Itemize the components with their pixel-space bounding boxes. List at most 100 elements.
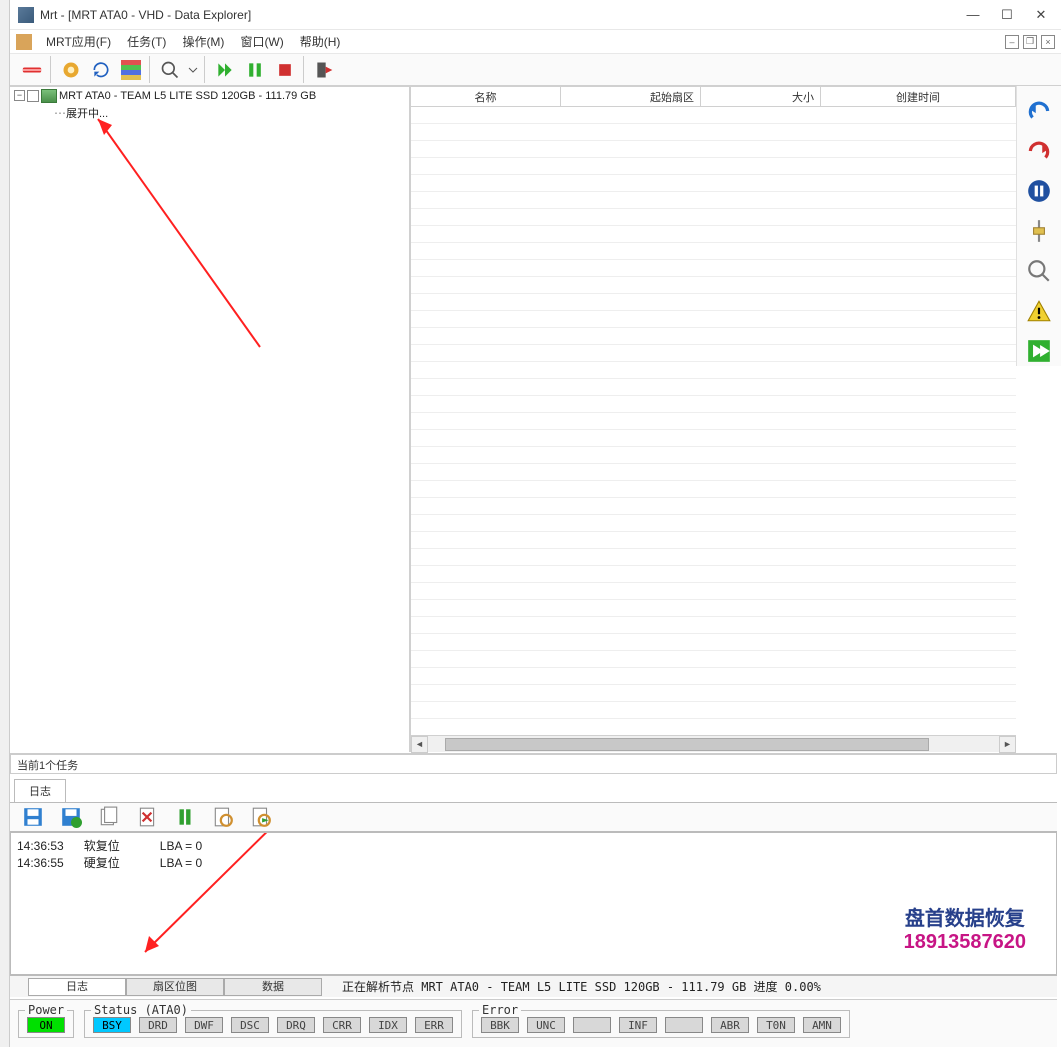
scroll-left-icon[interactable]: ◄ bbox=[411, 736, 428, 753]
menu-mrt-app[interactable]: MRT应用(F) bbox=[40, 31, 117, 52]
copy-icon[interactable] bbox=[98, 806, 120, 828]
watermark-phone: 18913587620 bbox=[904, 931, 1026, 954]
palette-icon[interactable] bbox=[119, 58, 143, 82]
maximize-button[interactable]: ☐ bbox=[999, 7, 1015, 23]
tree-checkbox[interactable] bbox=[27, 90, 39, 102]
dropdown-arrow-icon[interactable] bbox=[188, 58, 198, 82]
bottom-panel: 当前1个任务 日志 14:36:53 软复位 LBA = 0 14:36:55 … bbox=[10, 753, 1057, 997]
flag-unc: UNC bbox=[527, 1017, 565, 1033]
warning-icon[interactable] bbox=[1026, 298, 1052, 324]
status-label: Status (ATA0) bbox=[91, 1003, 191, 1017]
pause-circle-icon[interactable] bbox=[1026, 178, 1052, 204]
log-tab[interactable]: 日志 bbox=[14, 779, 66, 802]
play-icon[interactable] bbox=[213, 58, 237, 82]
delete-log-icon[interactable] bbox=[136, 806, 158, 828]
tab-sector-bitmap[interactable]: 扇区位图 bbox=[126, 978, 224, 996]
tree-expanding-label: 展开中... bbox=[66, 105, 108, 121]
col-name[interactable]: 名称 bbox=[411, 87, 561, 106]
log-text-area[interactable]: 14:36:53 软复位 LBA = 0 14:36:55 硬复位 LBA = … bbox=[10, 832, 1057, 975]
undo-icon[interactable] bbox=[1026, 98, 1052, 124]
grid-body[interactable] bbox=[411, 107, 1016, 735]
power-label: Power bbox=[25, 1003, 67, 1017]
watermark: 盘首数据恢复 18913587620 bbox=[904, 902, 1026, 954]
slider-icon[interactable] bbox=[1026, 218, 1052, 244]
flag-dwf: DWF bbox=[185, 1017, 223, 1033]
find-next-icon[interactable] bbox=[250, 806, 272, 828]
device-tree-panel: − MRT ATA0 - TEAM L5 LITE SSD 120GB - 11… bbox=[10, 87, 410, 752]
flag-drq: DRQ bbox=[277, 1017, 315, 1033]
grid-empty-row bbox=[411, 107, 1016, 124]
error-label: Error bbox=[479, 1003, 521, 1017]
horizontal-scrollbar[interactable]: ◄ ► bbox=[411, 735, 1016, 752]
stop-icon[interactable] bbox=[273, 58, 297, 82]
flag-bsy: BSY bbox=[93, 1017, 131, 1033]
flag-dsc: DSC bbox=[231, 1017, 269, 1033]
right-toolbar bbox=[1016, 86, 1061, 366]
power-group: Power ON bbox=[18, 1010, 74, 1038]
scroll-thumb[interactable] bbox=[445, 738, 929, 751]
watermark-text: 盘首数据恢复 bbox=[904, 902, 1026, 931]
tab-data[interactable]: 数据 bbox=[224, 978, 322, 996]
flag-blank1 bbox=[573, 1017, 611, 1033]
left-edge-strip bbox=[0, 0, 10, 1047]
tree-child-row: ⋯ 展开中... bbox=[10, 104, 409, 121]
main-area: − MRT ATA0 - TEAM L5 LITE SSD 120GB - 11… bbox=[10, 86, 1016, 752]
file-grid-panel: 名称 起始扇区 大小 创建时间 ◄ ► bbox=[410, 87, 1016, 752]
disk-icon[interactable] bbox=[20, 58, 44, 82]
menu-bar: MRT应用(F) 任务(T) 操作(M) 窗口(W) 帮助(H) – ❐ × bbox=[10, 30, 1061, 54]
menu-window[interactable]: 窗口(W) bbox=[234, 31, 289, 52]
menubar-icon bbox=[16, 34, 32, 50]
scroll-right-icon[interactable]: ► bbox=[999, 736, 1016, 753]
tree-connector: ⋯ bbox=[40, 106, 66, 120]
flag-idx: IDX bbox=[369, 1017, 407, 1033]
flag-crr: CRR bbox=[323, 1017, 361, 1033]
tab-log[interactable]: 日志 bbox=[28, 978, 126, 996]
window-title: Mrt - [MRT ATA0 - VHD - Data Explorer] bbox=[40, 8, 965, 22]
mdi-minimize-button[interactable]: – bbox=[1005, 35, 1019, 49]
title-bar: Mrt - [MRT ATA0 - VHD - Data Explorer] —… bbox=[10, 0, 1061, 30]
pause-icon[interactable] bbox=[243, 58, 267, 82]
log-line: 14:36:55 硬复位 LBA = 0 bbox=[17, 854, 1050, 871]
app-icon bbox=[18, 7, 34, 23]
flag-err: ERR bbox=[415, 1017, 453, 1033]
tree-root-label: MRT ATA0 - TEAM L5 LITE SSD 120GB - 111.… bbox=[59, 90, 316, 102]
status-flags-group: Status (ATA0) BSY DRD DWF DSC DRQ CRR ID… bbox=[84, 1010, 462, 1038]
flag-blank2 bbox=[665, 1017, 703, 1033]
menu-help[interactable]: 帮助(H) bbox=[294, 31, 347, 52]
col-start-sector[interactable]: 起始扇区 bbox=[561, 87, 701, 106]
mdi-close-button[interactable]: × bbox=[1041, 35, 1055, 49]
log-toolbar bbox=[10, 802, 1057, 832]
col-size[interactable]: 大小 bbox=[701, 87, 821, 106]
gear-icon[interactable] bbox=[59, 58, 83, 82]
mdi-restore-button[interactable]: ❐ bbox=[1023, 35, 1037, 49]
tree-root-row[interactable]: − MRT ATA0 - TEAM L5 LITE SSD 120GB - 11… bbox=[10, 87, 409, 104]
menu-operate[interactable]: 操作(M) bbox=[176, 31, 230, 52]
minimize-button[interactable]: — bbox=[965, 7, 981, 23]
status-bar: Power ON Status (ATA0) BSY DRD DWF DSC D… bbox=[10, 999, 1057, 1047]
flag-inf: INF bbox=[619, 1017, 657, 1033]
save-all-icon[interactable] bbox=[60, 806, 82, 828]
log-line: 14:36:53 软复位 LBA = 0 bbox=[17, 837, 1050, 854]
flag-t0n: T0N bbox=[757, 1017, 795, 1033]
col-create-time[interactable]: 创建时间 bbox=[821, 87, 1016, 106]
pause-log-icon[interactable] bbox=[174, 806, 196, 828]
disk-device-icon bbox=[41, 89, 57, 103]
main-toolbar bbox=[10, 54, 1061, 86]
error-flags-group: Error BBK UNC INF ABR T0N AMN bbox=[472, 1010, 850, 1038]
refresh-icon[interactable] bbox=[89, 58, 113, 82]
magnify-icon[interactable] bbox=[1026, 258, 1052, 284]
redo-icon[interactable] bbox=[1026, 138, 1052, 164]
save-icon[interactable] bbox=[22, 806, 44, 828]
menu-task[interactable]: 任务(T) bbox=[121, 31, 172, 52]
grid-header: 名称 起始扇区 大小 创建时间 bbox=[411, 87, 1016, 107]
flag-amn: AMN bbox=[803, 1017, 841, 1033]
forward-arrow-icon[interactable] bbox=[1026, 338, 1052, 364]
parsing-status: 正在解析节点 MRT ATA0 - TEAM L5 LITE SSD 120GB… bbox=[342, 978, 821, 995]
flag-abr: ABR bbox=[711, 1017, 749, 1033]
exit-icon[interactable] bbox=[312, 58, 336, 82]
search-icon[interactable] bbox=[158, 58, 182, 82]
flag-bbk: BBK bbox=[481, 1017, 519, 1033]
find-log-icon[interactable] bbox=[212, 806, 234, 828]
close-button[interactable]: ✕ bbox=[1033, 7, 1049, 23]
tree-collapse-icon[interactable]: − bbox=[14, 90, 25, 101]
